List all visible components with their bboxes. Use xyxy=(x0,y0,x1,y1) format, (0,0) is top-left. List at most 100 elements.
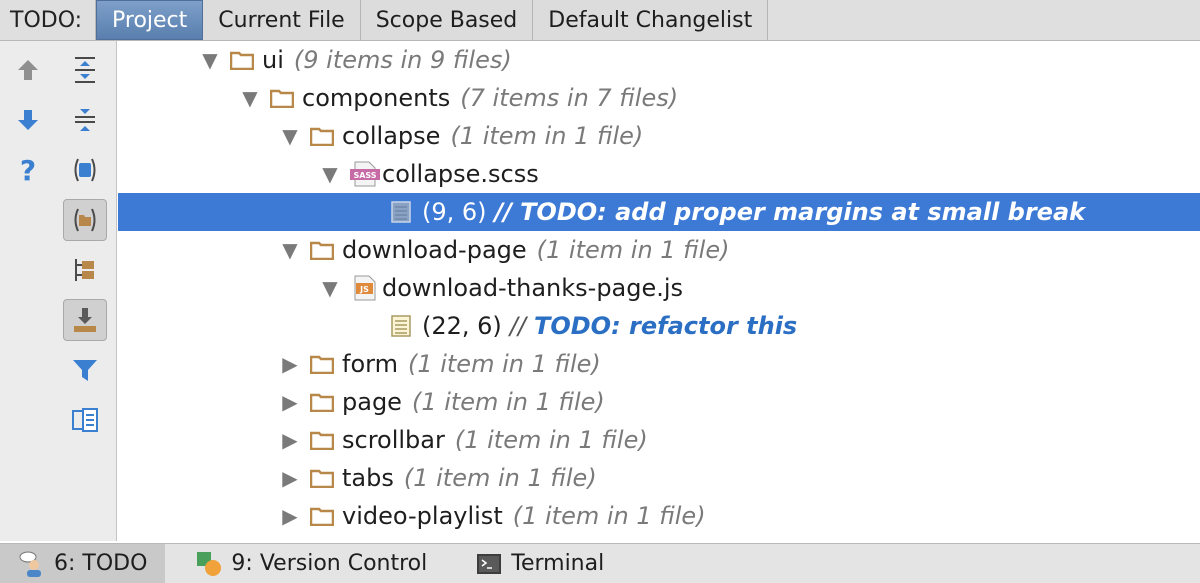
tree-node-count: (7 items in 7 files) xyxy=(460,84,679,112)
expand-all-button[interactable] xyxy=(63,49,107,91)
arrow-down-icon xyxy=(18,110,38,130)
help-button[interactable]: ? xyxy=(6,149,50,191)
previous-occurrence-button[interactable] xyxy=(6,49,50,91)
todo-comment-prefix: // xyxy=(509,312,526,340)
preview-panel-icon xyxy=(72,408,98,432)
folder-icon xyxy=(310,231,342,269)
todo-person-icon xyxy=(18,550,46,578)
arrow-up-icon xyxy=(18,60,38,80)
flatten-packages-button[interactable] xyxy=(63,249,107,291)
tool-window-terminal[interactable]: Terminal xyxy=(445,544,622,583)
expanded-arrow-icon[interactable]: ▼ xyxy=(310,155,350,193)
tree-node-count: (1 item in 1 file) xyxy=(407,350,601,378)
tree-node-name: collapse xyxy=(342,122,441,150)
question-icon: ? xyxy=(20,155,36,185)
panel-label: TODO: xyxy=(0,0,96,40)
tree-row-video-playlist[interactable]: ▶ video-playlist (1 item in 1 file) xyxy=(118,497,1200,535)
tree-row-collapse-scss[interactable]: ▼ SASS collapse.scss xyxy=(118,155,1200,193)
todo-item-row[interactable]: (9, 6) // TODO: add proper margins at sm… xyxy=(118,193,1200,231)
version-control-icon xyxy=(195,550,223,578)
tree-node-name: collapse.scss xyxy=(382,160,539,188)
tab-project[interactable]: Project xyxy=(96,0,204,40)
tree-node-name: scrollbar xyxy=(342,426,445,454)
todo-position: (22, 6) xyxy=(422,312,502,340)
todo-toolbar: ? xyxy=(0,41,117,541)
collapse-all-icon xyxy=(75,109,95,131)
group-by-packages-button[interactable] xyxy=(63,199,107,241)
tree-node-name: download-page xyxy=(342,236,527,264)
todo-note-icon xyxy=(390,193,422,231)
tool-window-todo-label: 6: TODO xyxy=(54,551,148,576)
tree-node-count: (1 item in 1 file) xyxy=(512,502,706,530)
svg-text:?: ? xyxy=(20,155,36,185)
svg-text:SASS: SASS xyxy=(353,171,376,180)
tree-node-count: (1 item in 1 file) xyxy=(536,236,730,264)
filter-todo-button[interactable] xyxy=(63,349,107,391)
terminal-icon xyxy=(475,550,503,578)
expanded-arrow-icon[interactable]: ▼ xyxy=(270,117,310,155)
tree-row-scrollbar[interactable]: ▶ scrollbar (1 item in 1 file) xyxy=(118,421,1200,459)
preview-source-button[interactable] xyxy=(63,399,107,441)
folder-icon xyxy=(230,41,262,79)
tree-node-count: (1 item in 1 file) xyxy=(454,426,648,454)
todo-text: TODO: refactor this xyxy=(533,312,798,340)
tree-row-download-page[interactable]: ▼ download-page (1 item in 1 file) xyxy=(118,231,1200,269)
tree-node-name: download-thanks-page.js xyxy=(382,274,684,302)
tree-node-count: (1 item in 1 file) xyxy=(411,388,605,416)
folder-icon xyxy=(310,117,342,155)
todo-position: (9, 6) xyxy=(422,198,487,226)
tab-bar-filler xyxy=(768,0,1200,40)
tool-window-todo[interactable]: 6: TODO xyxy=(0,544,166,583)
folder-icon xyxy=(310,383,342,421)
sass-file-icon: SASS xyxy=(350,155,382,193)
funnel-icon xyxy=(73,360,97,381)
tab-default-changelist[interactable]: Default Changelist xyxy=(533,0,769,40)
tree-row-download-thanks-page-js[interactable]: ▼ JS download-thanks-page.js xyxy=(118,269,1200,307)
todo-note-icon xyxy=(390,307,422,345)
collapse-all-button[interactable] xyxy=(63,99,107,141)
todo-text: TODO: add proper margins at small break xyxy=(520,198,1086,226)
expanded-arrow-icon[interactable]: ▼ xyxy=(310,269,350,307)
todo-item-row[interactable]: (22, 6) // TODO: refactor this xyxy=(118,307,1200,345)
expand-all-icon xyxy=(75,57,95,83)
collapsed-arrow-icon[interactable]: ▶ xyxy=(270,421,310,459)
collapsed-arrow-icon[interactable]: ▶ xyxy=(270,383,310,421)
todo-tab-bar: TODO: Project Current File Scope Based D… xyxy=(0,0,1200,41)
folder-icon xyxy=(310,497,342,535)
tool-window-terminal-label: Terminal xyxy=(511,551,605,576)
module-icon xyxy=(74,158,96,182)
tree-node-name: tabs xyxy=(342,464,394,492)
tree-structure-icon xyxy=(75,259,94,281)
tree-row-ui[interactable]: ▼ ui (9 items in 9 files) xyxy=(118,41,1200,79)
tab-current-file[interactable]: Current File xyxy=(203,0,361,40)
collapsed-arrow-icon[interactable]: ▶ xyxy=(270,497,310,535)
collapsed-arrow-icon[interactable]: ▶ xyxy=(270,345,310,383)
next-occurrence-button[interactable] xyxy=(6,99,50,141)
tree-node-name: components xyxy=(302,84,451,112)
tree-row-page[interactable]: ▶ page (1 item in 1 file) xyxy=(118,383,1200,421)
expanded-arrow-icon[interactable]: ▼ xyxy=(270,231,310,269)
filter-modules-button[interactable] xyxy=(63,149,107,191)
folder-icon xyxy=(270,79,302,117)
folder-icon xyxy=(310,345,342,383)
tab-scope-based[interactable]: Scope Based xyxy=(360,0,534,40)
tree-node-name: page xyxy=(342,388,402,416)
tool-window-version-control-label: 9: Version Control xyxy=(231,551,428,576)
tree-node-count: (1 item in 1 file) xyxy=(450,122,644,150)
expanded-arrow-icon[interactable]: ▼ xyxy=(230,79,270,117)
package-icon xyxy=(74,208,96,232)
js-file-icon: JS xyxy=(350,269,382,307)
download-tray-icon xyxy=(74,308,96,332)
tool-window-version-control[interactable]: 9: Version Control xyxy=(165,544,445,583)
svg-text:JS: JS xyxy=(359,285,369,294)
todo-comment-prefix: // xyxy=(494,198,513,226)
collapsed-arrow-icon[interactable]: ▶ xyxy=(270,459,310,497)
expanded-arrow-icon[interactable]: ▼ xyxy=(190,41,230,79)
tree-row-collapse[interactable]: ▼ collapse (1 item in 1 file) xyxy=(118,117,1200,155)
tree-row-form[interactable]: ▶ form (1 item in 1 file) xyxy=(118,345,1200,383)
tree-node-name: form xyxy=(342,350,398,378)
autoscroll-to-source-button[interactable] xyxy=(63,299,107,341)
tree-row-components[interactable]: ▼ components (7 items in 7 files) xyxy=(118,79,1200,117)
tree-node-name: video-playlist xyxy=(342,502,503,530)
tree-row-tabs[interactable]: ▶ tabs (1 item in 1 file) xyxy=(118,459,1200,497)
